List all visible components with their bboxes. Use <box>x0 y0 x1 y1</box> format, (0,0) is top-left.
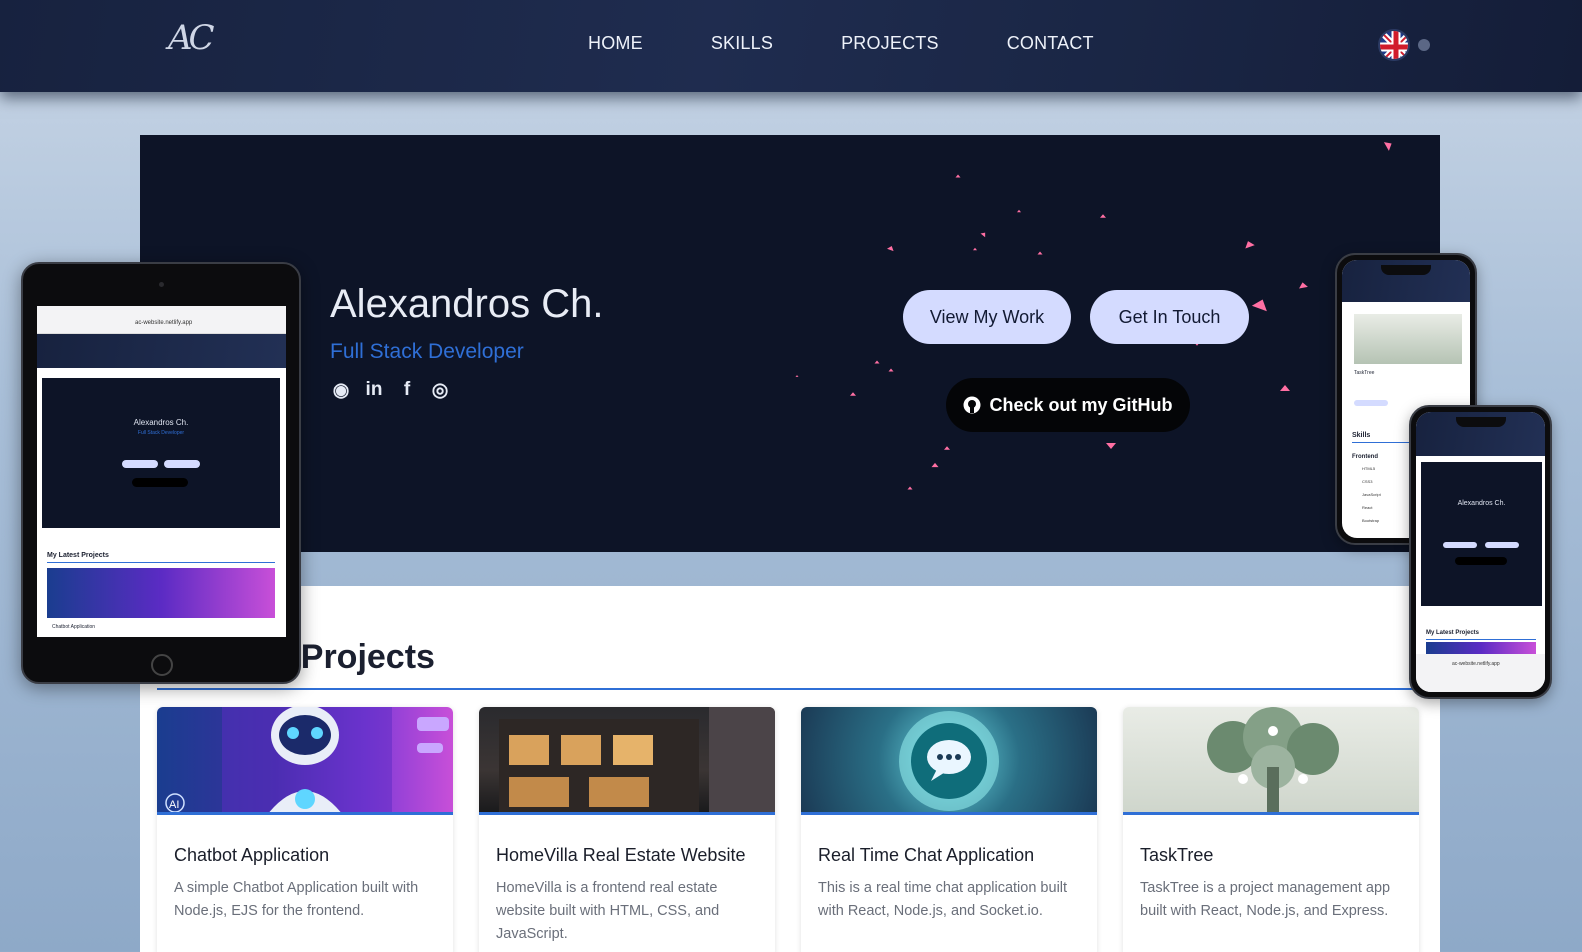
phone2-section-title: My Latest Projects <box>1426 630 1480 636</box>
card-description: TaskTree is a project management app bui… <box>1140 880 1391 919</box>
section-divider <box>157 688 1427 690</box>
phone1-skills-title: Skills <box>1352 432 1371 439</box>
card-title: TaskTree <box>1140 845 1214 865</box>
tablet-section-title: My Latest Projects <box>47 552 109 559</box>
card-title: HomeVilla Real Estate Website <box>496 845 746 865</box>
phone1-frontend-title: Frontend <box>1352 454 1378 460</box>
github-icon <box>963 396 981 414</box>
phone2-section-divider <box>1426 639 1536 640</box>
phone2-github <box>1455 557 1507 565</box>
phone1-skill: CSS3 <box>1362 479 1373 484</box>
project-cards: AI Chatbot Application A simple Chatbot … <box>157 707 1419 952</box>
nav-skills[interactable]: SKILLS <box>711 33 773 54</box>
project-card[interactable]: AI Chatbot Application A simple Chatbot … <box>157 707 453 952</box>
tablet-hero: Alexandros Ch. Full Stack Developer <box>42 378 280 528</box>
phone1-skill: HTML5 <box>1362 466 1376 471</box>
phone1-skills-divider <box>1352 442 1412 443</box>
house-image <box>479 707 775 815</box>
nav-links: HOME SKILLS PROJECTS CONTACT <box>588 33 1162 54</box>
tablet-view-work <box>122 460 158 468</box>
card-title: Chatbot Application <box>174 845 330 865</box>
tablet-screen: ac-website.netlify.app Alexandros Ch. Fu… <box>37 306 286 637</box>
github-button-label: Check out my GitHub <box>989 394 1173 415</box>
section-title: t Projects <box>280 638 435 676</box>
project-card[interactable]: Real Time Chat Application This is a rea… <box>801 707 1097 952</box>
get-in-touch-button[interactable]: Get In Touch <box>1090 290 1249 344</box>
phone2-hero: Alexandros Ch. <box>1421 462 1542 606</box>
phone2-screen: Alexandros Ch. My Latest Projects ac-web… <box>1416 412 1545 692</box>
tablet-url-bar: ac-website.netlify.app <box>37 306 286 334</box>
chat-bubble-image <box>801 707 1097 815</box>
view-my-work-button[interactable]: View My Work <box>903 290 1071 344</box>
tablet-hero-role: Full Stack Developer <box>137 430 185 436</box>
tablet-section-divider <box>47 562 275 563</box>
tablet-hero-name: Alexandros Ch. <box>133 418 189 427</box>
site-logo[interactable]: AC <box>168 18 215 58</box>
instagram-icon[interactable]: ◎ <box>429 379 451 401</box>
tablet-camera <box>159 282 164 287</box>
tablet-mockup: ac-website.netlify.app Alexandros Ch. Fu… <box>21 262 301 684</box>
phone1-skill: Bootstrap <box>1362 518 1380 523</box>
phone1-card-image <box>1354 314 1462 364</box>
github-button[interactable]: Check out my GitHub <box>946 378 1190 432</box>
github-icon[interactable]: ◉ <box>330 379 352 401</box>
greek-flag-icon[interactable] <box>1418 39 1430 51</box>
hero-section: Alexandros Ch. Full Stack Developer ◉ in… <box>140 135 1440 552</box>
tablet-nav <box>37 334 286 368</box>
tree-image <box>1123 707 1419 815</box>
nav-projects[interactable]: PROJECTS <box>841 33 939 54</box>
phone2-url-bar: ac-website.netlify.app <box>1416 654 1545 692</box>
facebook-icon[interactable]: f <box>396 379 418 401</box>
nav-home[interactable]: HOME <box>588 33 643 54</box>
uk-flag-icon[interactable] <box>1378 29 1410 61</box>
navbar: AC HOME SKILLS PROJECTS CONTACT <box>0 0 1582 92</box>
tablet-github <box>132 478 188 487</box>
card-description: A simple Chatbot Application built with … <box>174 880 419 919</box>
nav-contact[interactable]: CONTACT <box>1007 33 1094 54</box>
phone1-skill: React <box>1362 505 1373 510</box>
svg-text:AI: AI <box>169 799 179 811</box>
phone-mockup-2: Alexandros Ch. My Latest Projects ac-web… <box>1409 405 1552 699</box>
phone1-skill: JavaScript <box>1362 492 1381 497</box>
project-card[interactable]: HomeVilla Real Estate Website HomeVilla … <box>479 707 775 952</box>
phone1-view-all <box>1354 400 1388 406</box>
projects-section: t Projects AI Chatbot Application A simp… <box>140 586 1440 952</box>
linkedin-icon[interactable]: in <box>363 379 385 401</box>
hero-name: Alexandros Ch. <box>330 282 604 326</box>
phone2-get-in-touch <box>1485 542 1519 548</box>
tablet-card-image <box>47 568 275 618</box>
phone1-card-title: TaskTree <box>1354 370 1375 376</box>
phone2-card-image <box>1426 642 1536 654</box>
tablet-card-title: Chatbot Application <box>52 624 96 630</box>
robot-image: AI <box>157 707 453 815</box>
phone2-url: ac-website.netlify.app <box>1452 661 1500 667</box>
project-card[interactable]: TaskTree TaskTree is a project managemen… <box>1123 707 1419 952</box>
tablet-get-in-touch <box>164 460 200 468</box>
hero-role: Full Stack Developer <box>330 340 524 363</box>
tablet-home-button <box>151 654 173 676</box>
tablet-url: ac-website.netlify.app <box>135 320 193 326</box>
card-description: This is a real time chat application bui… <box>818 880 1068 919</box>
card-title: Real Time Chat Application <box>818 845 1035 865</box>
phone2-hero-name: Alexandros Ch. <box>1457 500 1506 507</box>
social-links: ◉ in f ◎ <box>330 379 462 401</box>
phone2-view-work <box>1443 542 1477 548</box>
card-description: HomeVilla is a frontend real estate webs… <box>496 880 720 942</box>
